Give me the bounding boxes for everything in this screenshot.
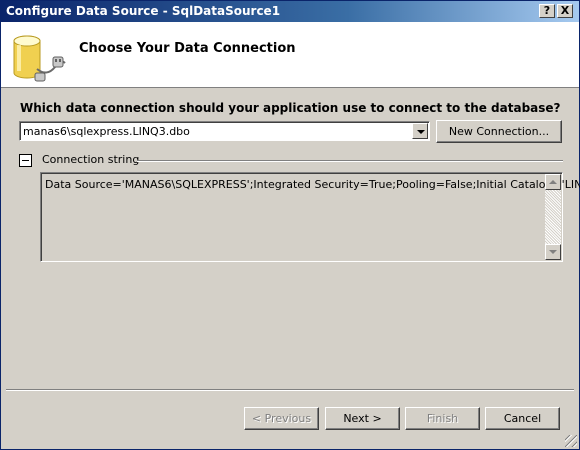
help-button[interactable]: ? (539, 4, 555, 18)
database-icon (13, 35, 66, 82)
vertical-scrollbar[interactable] (545, 174, 561, 260)
cancel-button[interactable]: Cancel (485, 407, 560, 430)
title-bar[interactable]: Configure Data Source - SqlDataSource1 ?… (1, 1, 579, 22)
connection-dropdown[interactable]: manas6\sqlexpress.LINQ3.dbo (19, 121, 430, 141)
footer-divider (6, 389, 574, 391)
previous-button[interactable]: < Previous (244, 407, 319, 430)
connection-dropdown-value: manas6\sqlexpress.LINQ3.dbo (23, 125, 190, 138)
next-button[interactable]: Next > (325, 407, 400, 430)
scroll-down-icon[interactable] (545, 244, 561, 260)
chevron-down-icon[interactable] (412, 123, 428, 139)
connection-string-value: Data Source='MANAS6\SQLEXPRESS';Integrat… (45, 178, 580, 191)
connection-string-textbox[interactable]: Data Source='MANAS6\SQLEXPRESS';Integrat… (40, 172, 580, 262)
close-button[interactable]: X (557, 4, 573, 18)
wizard-header: Choose Your Data Connection (1, 22, 579, 88)
new-connection-button[interactable]: New Connection... (436, 120, 562, 143)
scroll-up-icon[interactable] (545, 174, 561, 190)
connection-question-label: Which data connection should your applic… (20, 101, 561, 115)
page-title: Choose Your Data Connection (79, 41, 296, 56)
dialog-window: Configure Data Source - SqlDataSource1 ?… (0, 0, 580, 450)
connection-string-label: Connection string (42, 153, 140, 166)
resize-grip-icon[interactable] (565, 435, 577, 447)
finish-button[interactable]: Finish (405, 407, 480, 430)
divider (137, 160, 563, 162)
window-title: Configure Data Source - SqlDataSource1 (6, 4, 281, 18)
collapse-icon[interactable] (19, 154, 32, 167)
